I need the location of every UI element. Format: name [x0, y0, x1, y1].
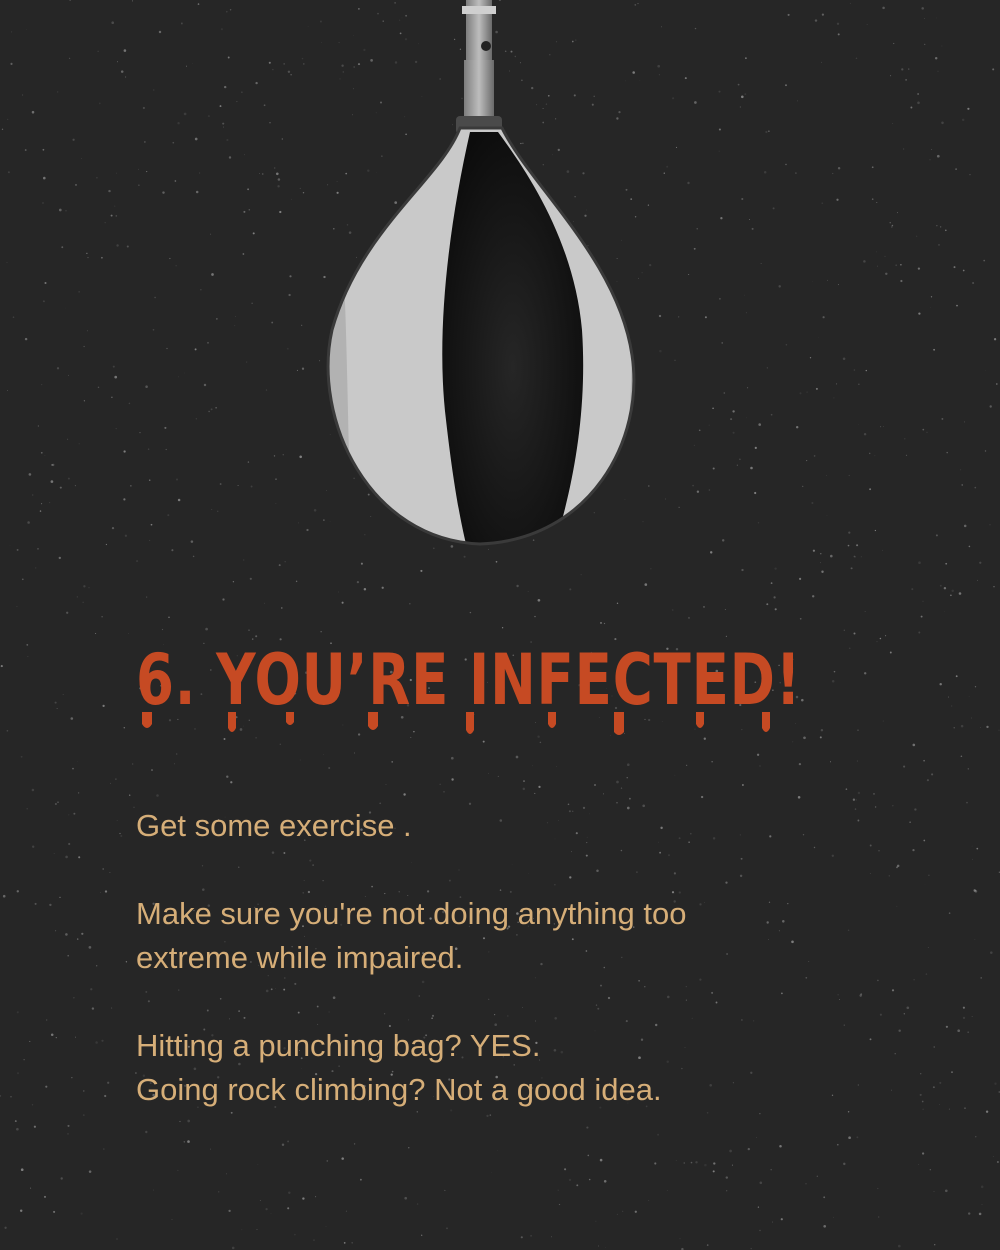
- paragraph-caution: Make sure you're not doing anything too …: [136, 892, 896, 980]
- headline: 6. YOU’RE INFECTED!: [136, 639, 802, 721]
- body-line: Get some exercise .: [136, 808, 412, 843]
- body-line: Make sure you're not doing anything too: [136, 896, 687, 931]
- body-text: Get some exercise . Make sure you're not…: [136, 804, 896, 1112]
- paragraph-examples: Hitting a punching bag? YES. Going rock …: [136, 1024, 896, 1112]
- body-line: Going rock climbing? Not a good idea.: [136, 1072, 662, 1107]
- body-line: extreme while impaired.: [136, 940, 464, 975]
- paragraph-exercise: Get some exercise .: [136, 804, 896, 848]
- body-line: Hitting a punching bag? YES.: [136, 1028, 541, 1063]
- drip-decoration: [142, 712, 770, 735]
- poster: 6. YOU’RE INFECTED! Get some exercise . …: [0, 0, 1000, 1250]
- speed-bag-icon: [326, 0, 636, 546]
